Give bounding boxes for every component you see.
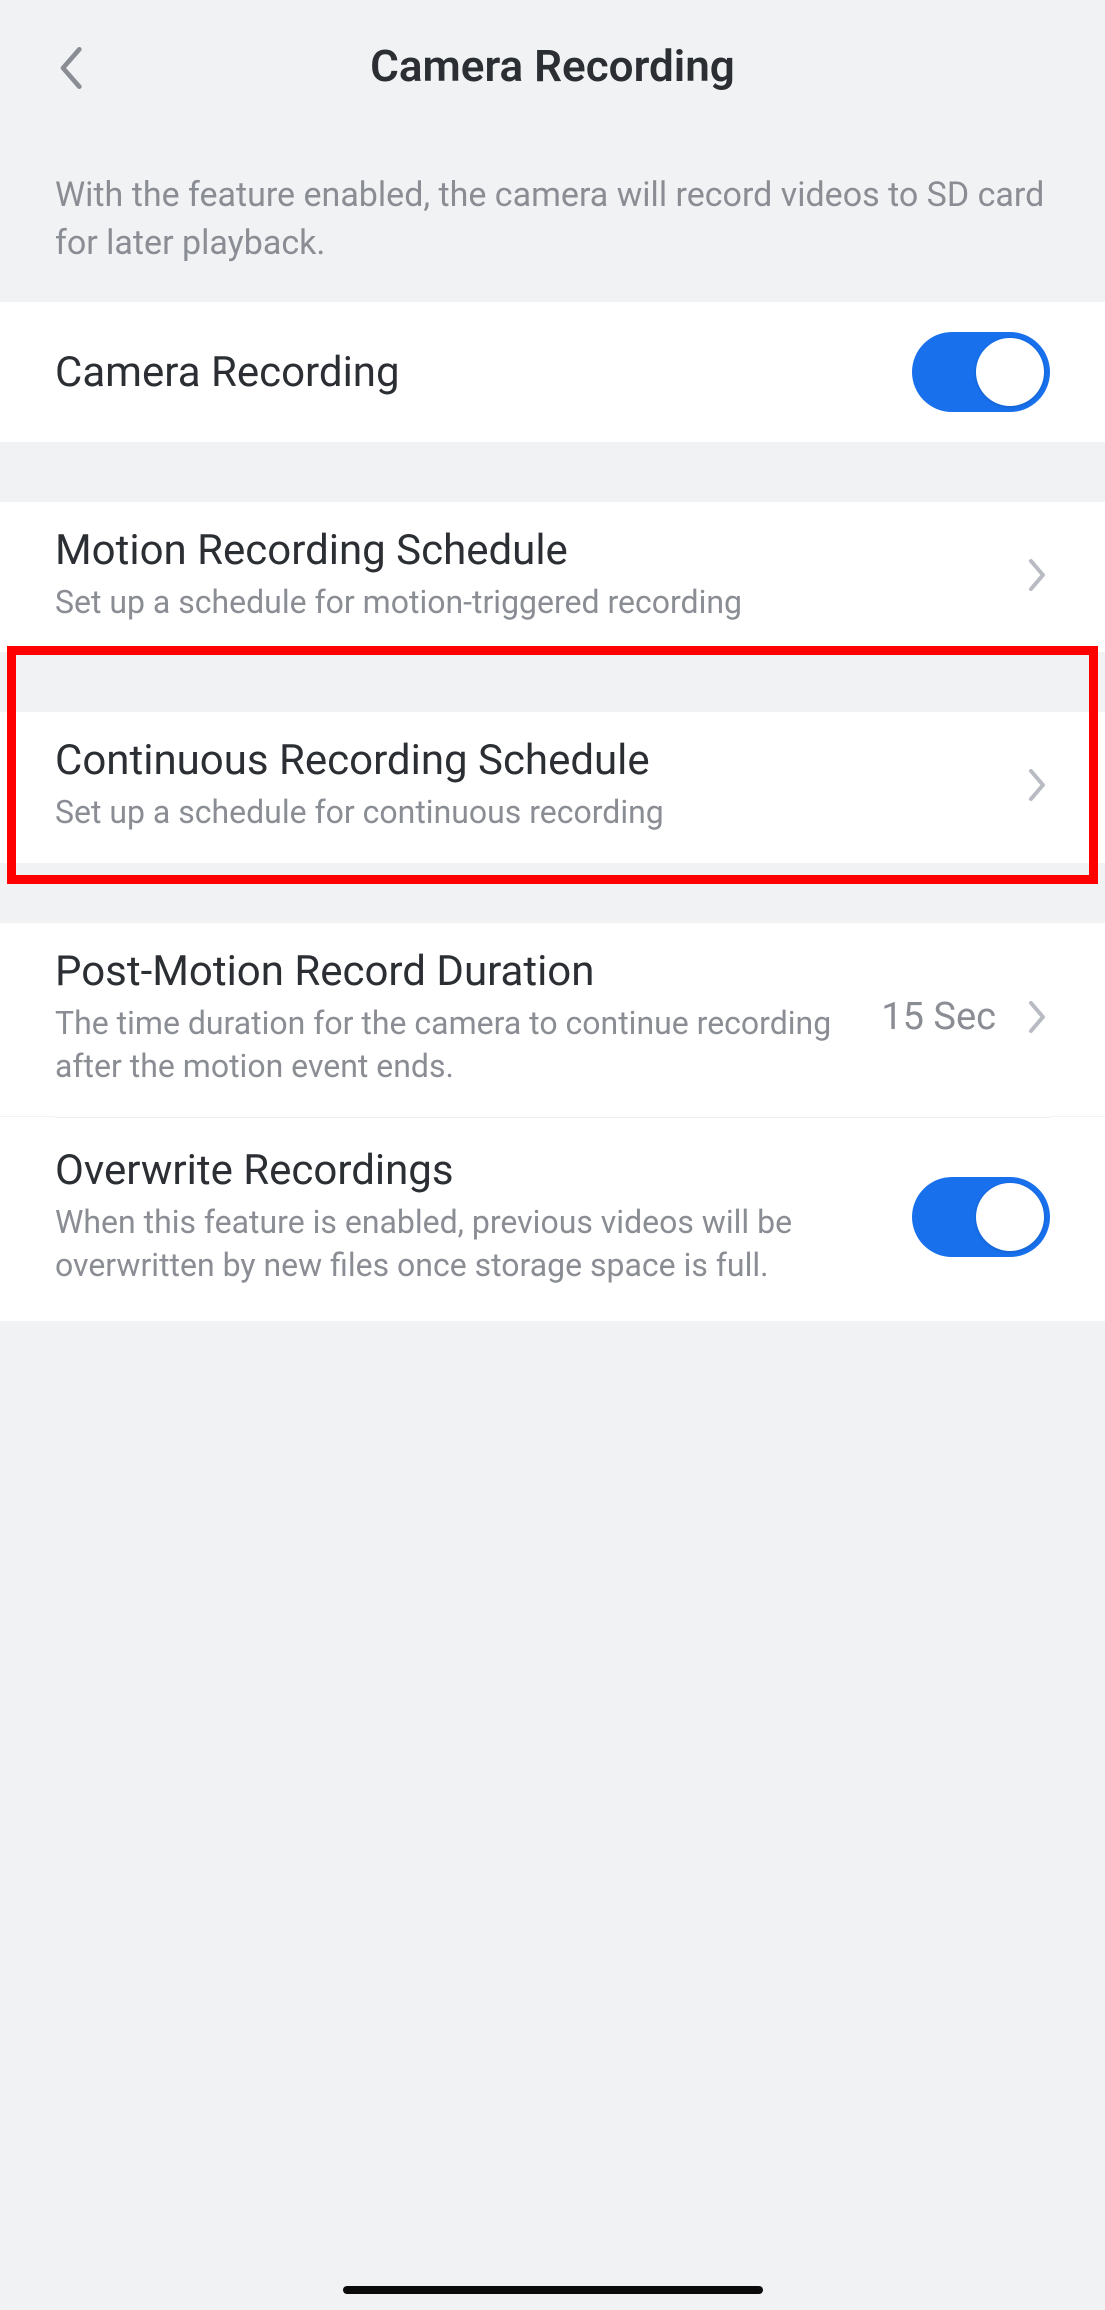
chevron-right-icon	[1024, 765, 1050, 805]
continuous-schedule-label: Continuous Recording Schedule	[55, 736, 1006, 785]
chevron-right-icon	[1024, 997, 1050, 1037]
continuous-schedule-sub: Set up a schedule for continuous recordi…	[55, 791, 1006, 834]
post-motion-sub: The time duration for the camera to cont…	[55, 1002, 871, 1088]
section-gap	[0, 863, 1105, 923]
section-gap	[0, 652, 1105, 712]
toggle-knob	[976, 1183, 1044, 1251]
chevron-left-icon	[56, 44, 84, 92]
camera-recording-toggle[interactable]	[912, 332, 1050, 412]
header: Camera Recording	[0, 0, 1105, 142]
overwrite-recordings-row: Overwrite Recordings When this feature i…	[0, 1118, 1105, 1321]
page-title: Camera Recording	[370, 40, 735, 92]
continuous-recording-schedule-row[interactable]: Continuous Recording Schedule Set up a s…	[0, 712, 1105, 862]
motion-recording-schedule-row[interactable]: Motion Recording Schedule Set up a sched…	[0, 502, 1105, 652]
intro-text: With the feature enabled, the camera wil…	[0, 142, 1105, 302]
overwrite-toggle[interactable]	[912, 1177, 1050, 1257]
post-motion-label: Post-Motion Record Duration	[55, 947, 871, 996]
back-button[interactable]	[50, 38, 90, 98]
camera-recording-row: Camera Recording	[0, 302, 1105, 442]
motion-schedule-sub: Set up a schedule for motion-triggered r…	[55, 581, 1006, 624]
motion-schedule-label: Motion Recording Schedule	[55, 526, 1006, 575]
camera-recording-label: Camera Recording	[55, 348, 400, 397]
chevron-right-icon	[1024, 555, 1050, 595]
home-indicator[interactable]	[343, 2286, 763, 2294]
post-motion-record-duration-row[interactable]: Post-Motion Record Duration The time dur…	[0, 923, 1105, 1116]
overwrite-sub: When this feature is enabled, previous v…	[55, 1201, 882, 1287]
section-gap	[0, 442, 1105, 502]
toggle-knob	[976, 338, 1044, 406]
post-motion-value: 15 Sec	[881, 995, 996, 1039]
overwrite-label: Overwrite Recordings	[55, 1146, 882, 1195]
